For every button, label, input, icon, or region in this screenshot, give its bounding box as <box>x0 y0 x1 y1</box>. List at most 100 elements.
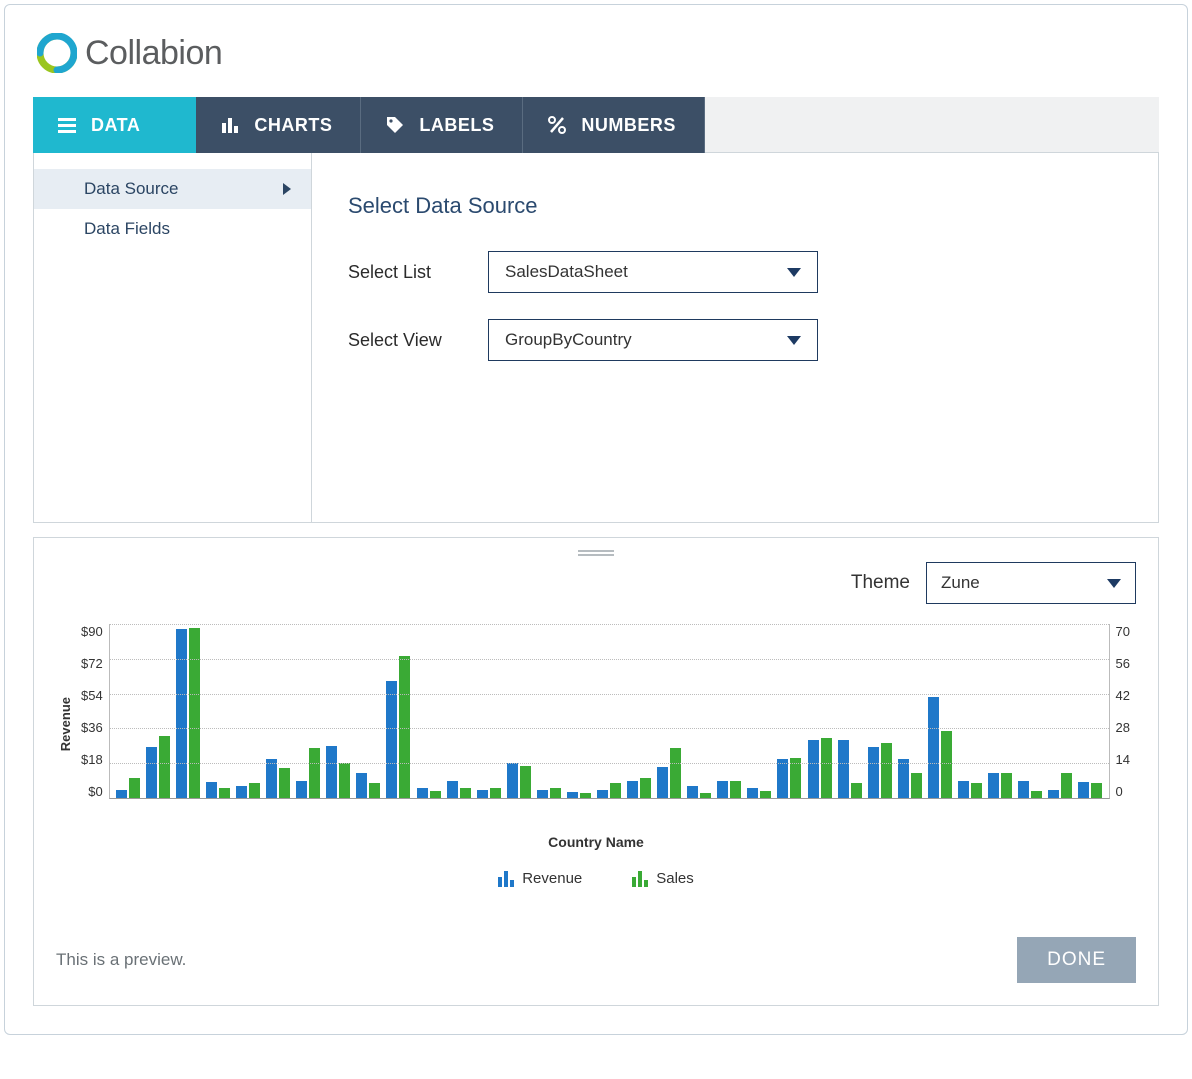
bar-sales <box>580 793 591 798</box>
theme-value: Zune <box>941 573 980 593</box>
bar-revenue <box>296 781 307 799</box>
bar-chart-icon <box>220 115 240 135</box>
brand: Collabion <box>33 33 1159 73</box>
done-button[interactable]: DONE <box>1017 937 1136 983</box>
bar-group <box>836 740 864 798</box>
app-window: Collabion DATA CHARTS LABELS NUMBERS <box>4 4 1188 1035</box>
bar-revenue <box>567 792 578 798</box>
bar-revenue <box>1078 782 1089 798</box>
bar-revenue <box>597 790 608 798</box>
bar-revenue <box>988 773 999 798</box>
menu-icon <box>57 115 77 135</box>
bar-revenue <box>146 747 157 798</box>
tab-label: NUMBERS <box>581 115 676 136</box>
tag-icon <box>385 115 405 135</box>
y-axis-right-ticks: 70564228140 <box>1110 624 1136 799</box>
row-select-list: Select List SalesDataSheet <box>348 251 1122 293</box>
bar-sales <box>520 766 531 799</box>
percent-icon <box>547 115 567 135</box>
preview-note: This is a preview. <box>56 950 186 970</box>
label-select-list: Select List <box>348 262 458 283</box>
bar-group <box>806 738 834 798</box>
y-axis-label: Revenue <box>56 697 75 751</box>
bar-sales <box>339 763 350 798</box>
bar-sales <box>851 783 862 798</box>
bar-sales <box>159 736 170 799</box>
bar-revenue <box>657 767 668 798</box>
tab-data[interactable]: DATA <box>33 97 196 153</box>
bar-revenue <box>868 747 879 798</box>
legend: Revenue Sales <box>56 870 1136 887</box>
caret-down-icon <box>787 268 801 277</box>
bar-group <box>174 628 202 798</box>
row-select-view: Select View GroupByCountry <box>348 319 1122 361</box>
bar-sales <box>550 788 561 798</box>
bar-sales <box>610 783 621 798</box>
chevron-right-icon <box>283 183 291 195</box>
bar-sales <box>1091 783 1102 798</box>
bar-group <box>685 786 713 798</box>
bar-group <box>565 792 593 798</box>
bar-revenue <box>537 790 548 798</box>
bar-revenue <box>477 790 488 798</box>
tab-labels[interactable]: LABELS <box>361 97 523 153</box>
bar-group <box>745 788 773 798</box>
chart: Revenue $90$72$54$36$18$0 70564228140 <box>56 624 1136 824</box>
preview-footer: This is a preview. DONE <box>56 937 1136 983</box>
bar-group <box>896 759 924 798</box>
bar-group <box>1076 782 1104 798</box>
bar-sales <box>1031 791 1042 799</box>
config-panel: Data Source Data Fields Select Data Sour… <box>33 153 1159 523</box>
x-axis-label: Country Name <box>56 834 1136 850</box>
sidebar-item-label: Data Fields <box>84 219 170 239</box>
bar-sales <box>730 781 741 799</box>
tabs-spacer <box>705 97 1159 153</box>
bar-group <box>414 788 442 798</box>
bar-group <box>595 783 623 798</box>
bar-group <box>204 782 232 798</box>
bar-sales <box>490 788 501 798</box>
theme-row: Theme Zune <box>56 562 1136 604</box>
resize-handle-icon[interactable] <box>578 550 614 556</box>
theme-dropdown[interactable]: Zune <box>926 562 1136 604</box>
bar-revenue <box>206 782 217 798</box>
bar-group <box>625 778 653 798</box>
bar-group <box>715 781 743 799</box>
bar-sales <box>249 783 260 798</box>
bar-revenue <box>417 788 428 798</box>
bar-revenue <box>958 781 969 799</box>
bar-revenue <box>808 740 819 798</box>
bar-sales <box>941 731 952 799</box>
bar-sales <box>129 778 140 798</box>
bar-revenue <box>356 773 367 798</box>
select-list-dropdown[interactable]: SalesDataSheet <box>488 251 818 293</box>
content-area: Select Data Source Select List SalesData… <box>312 153 1158 522</box>
legend-item-revenue: Revenue <box>498 870 582 887</box>
bar-revenue <box>717 781 728 799</box>
tab-charts[interactable]: CHARTS <box>196 97 361 153</box>
bar-sales <box>881 743 892 798</box>
bar-sales <box>821 738 832 798</box>
theme-label: Theme <box>851 572 910 594</box>
tab-label: CHARTS <box>254 115 332 136</box>
tab-numbers[interactable]: NUMBERS <box>523 97 705 153</box>
bar-chart-icon <box>498 871 514 887</box>
sidebar: Data Source Data Fields <box>34 153 312 522</box>
select-view-dropdown[interactable]: GroupByCountry <box>488 319 818 361</box>
bar-revenue <box>447 781 458 799</box>
bar-sales <box>369 783 380 798</box>
bar-sales <box>760 791 771 799</box>
bar-sales <box>460 788 471 798</box>
bar-revenue <box>838 740 849 798</box>
sidebar-item-data-source[interactable]: Data Source <box>34 169 311 209</box>
bar-sales <box>399 656 410 799</box>
sidebar-item-data-fields[interactable]: Data Fields <box>34 209 311 249</box>
bar-group <box>384 656 412 799</box>
bar-group <box>1016 781 1044 799</box>
legend-item-sales: Sales <box>632 870 694 887</box>
bar-group <box>655 748 683 798</box>
bar-group <box>294 748 322 798</box>
bar-group <box>264 759 292 798</box>
bar-revenue <box>627 781 638 799</box>
plot-area <box>109 624 1110 799</box>
